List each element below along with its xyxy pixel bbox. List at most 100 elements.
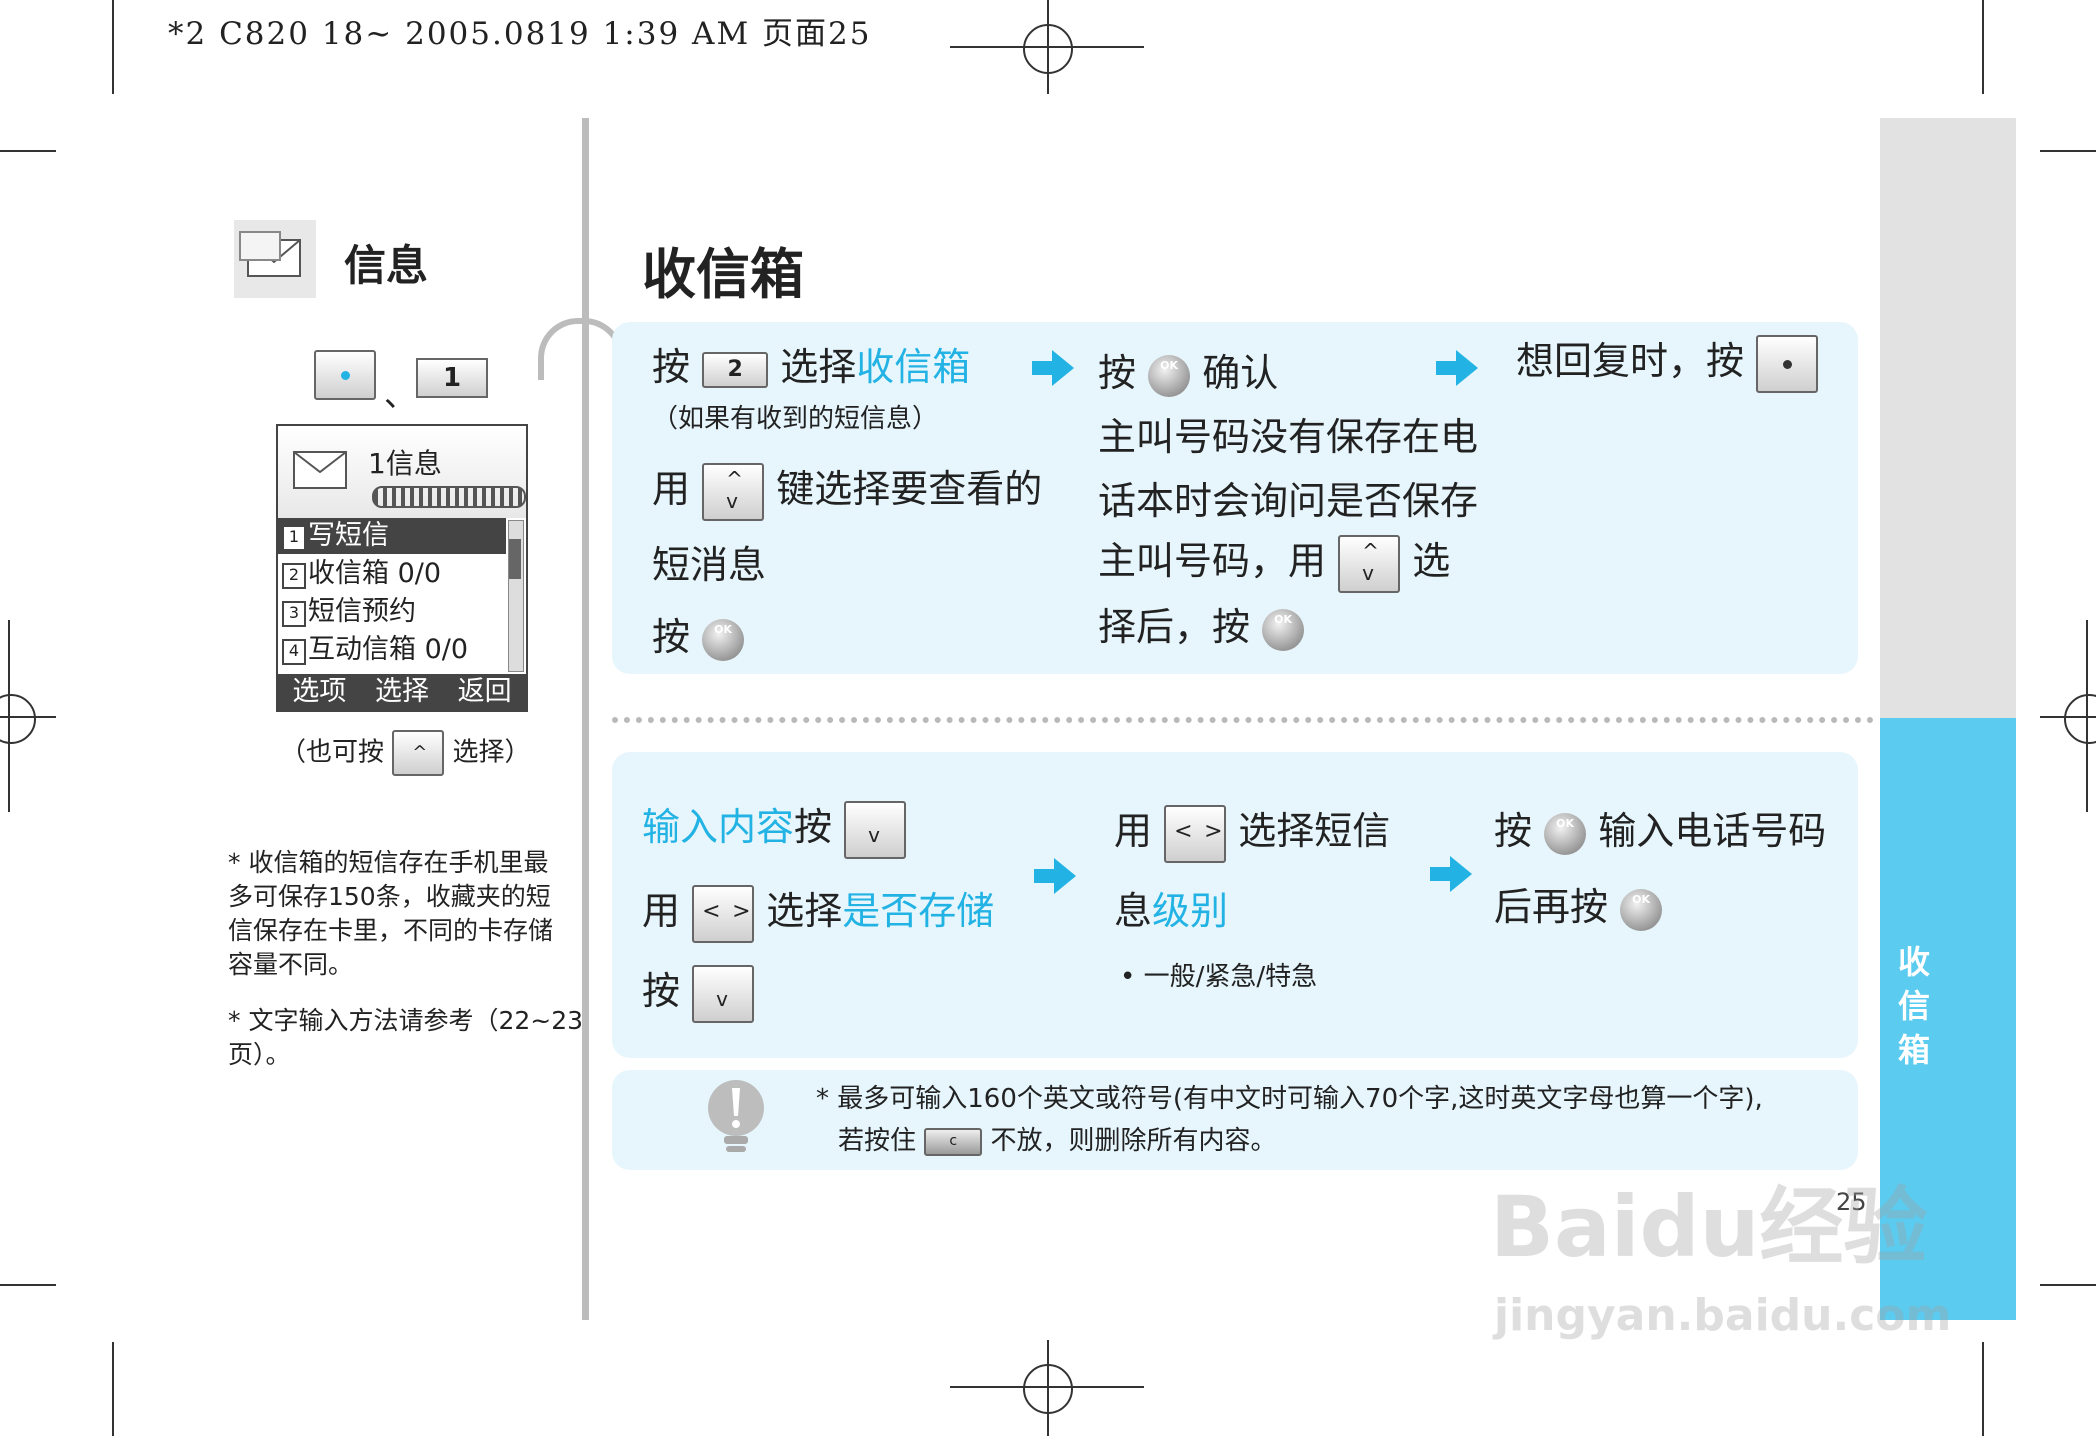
phone-screen: 1信息 1 写短信 2 收信箱 0/0 3 短信预约 4 互动信箱 0/0 选项… [276,424,528,712]
select-text: 选择 [780,345,857,389]
select-msg-text: 选择短信 [1238,809,1391,853]
left-note-1: * 收信箱的短信存在手机里最多可保存150条，收藏夹的短信保存在卡里，不同的卡存… [228,848,554,979]
phone-softkeys: 选项 选择 返回 [278,674,526,710]
reply-step3-line2: 后再按 [1494,876,1663,931]
ok-button-icon [1262,608,1305,651]
envelope-icon [293,451,347,489]
step1-line1: 按 2 选择收信箱 [652,336,970,391]
level-highlight: 级别 [1152,889,1229,933]
item-label: 写短信 [308,520,389,551]
press-text: 按 [652,615,691,659]
use-text: 用 [642,889,681,933]
phone-header-title: 1信息 [368,447,442,480]
section-title: 信息 [344,241,429,290]
crop-mark [112,1342,114,1436]
clear-key-label: c [949,1132,958,1149]
press-text: 按 [1098,351,1137,395]
registration-mark [0,694,36,744]
nav-leftright-icon: < > [692,884,755,943]
step2-line4: 主叫号码，用 ^ v 选 [1098,530,1450,593]
ok-button-icon [1148,354,1191,397]
shortcut-separator: 、 [384,376,417,414]
list-item[interactable]: 1 写短信 [278,518,506,554]
registration-mark [1023,1364,1073,1414]
priority-options: • 一般/紧急/特急 [1120,962,1318,992]
step2-l4a: 主叫号码，用 [1098,539,1327,583]
arrow-right-icon [1430,856,1472,892]
crop-mark [0,1284,56,1286]
also-press-note: （也可按 ^ 选择） [280,730,531,776]
also-press-after: 选择） [452,737,531,768]
registration-mark [1023,24,1073,74]
key-2-label: 2 [727,356,743,382]
tip-line-2b: 不放，则删除所有内容。 [990,1126,1277,1156]
left-note-2: * 文字输入方法请参考（22~23页）。 [228,1006,584,1069]
up-key-icon: ^ [392,730,445,776]
item-label: 短信预约 [308,596,416,627]
reply-step1-line1: 输入内容按 v [642,796,907,859]
softkey-select[interactable]: 选择 [375,674,429,710]
reply-step3-line1: 按 输入电话号码 [1494,800,1826,855]
column-divider [582,118,589,1320]
key-select-text: 键选择要查看的 [776,467,1043,511]
step1-line5: 按 [652,606,745,661]
item-number: 4 [282,639,306,665]
step2-l5: 择后，按 [1098,605,1251,649]
step1-paren: （如果有收到的短信息） [652,404,939,434]
section-divider [612,717,1874,723]
watermark-url: jingyan.baidu.com [1494,1290,1952,1341]
info-text: 息 [1114,889,1153,933]
sidebar-top [1880,118,2016,718]
then-press-text: 后再按 [1494,885,1609,929]
inbox-highlight: 收信箱 [856,345,971,389]
step1-line3: 用 ^ v 键选择要查看的 [652,458,1042,521]
center-key-icon [1756,334,1819,393]
ok-button-icon [1544,812,1587,855]
reply-step2-line2: 息级别 [1114,880,1228,935]
phone-header: 1信息 [278,426,526,518]
nav-updown-icon: ^ v [702,462,765,521]
step2-line3: 话本时会询问是否保存 [1098,479,1479,523]
tip-line-1: * 最多可输入160个英文或符号(有中文时可输入70个字,这时英文字母也算一个字… [816,1084,1763,1114]
center-key-icon [314,350,376,400]
crop-mark [112,0,114,94]
key-2-icon: 2 [702,351,769,388]
confirm-text: 确认 [1202,351,1279,395]
crop-mark [0,150,56,152]
softkey-options[interactable]: 选项 [292,674,346,710]
print-header: *2 C820 18~ 2005.0819 1:39 AM 页面25 [168,16,872,52]
item-number: 1 [282,525,306,551]
sidebar-tab-label: 收信箱 [1897,943,1930,1069]
reply-step2-line1: 用 < > 选择短信 [1114,800,1390,863]
key-1-button[interactable]: 1 [416,358,488,398]
watermark-brand: Baidu经验 [1490,1178,1928,1276]
list-item[interactable]: 3 短信预约 [278,594,506,630]
step2-line1: 按 确认 [1098,342,1278,397]
input-content-highlight: 输入内容 [642,805,795,849]
item-label: 收信箱 0/0 [308,558,442,589]
save-question-highlight: 是否存储 [842,889,995,933]
step2-l4b: 选 [1412,539,1451,583]
nav-updown-icon: ^ v [1338,534,1401,593]
step3-line1: 想回复时，按 [1516,330,1819,393]
crop-mark [2040,1284,2096,1286]
arrow-right-icon [1436,350,1478,386]
reply-text: 想回复时，按 [1516,339,1745,383]
list-item[interactable]: 2 收信箱 0/0 [278,556,506,592]
ok-button-icon [702,618,745,661]
also-press-before: （也可按 [280,737,385,768]
center-key-button[interactable] [314,350,376,400]
list-item[interactable]: 4 互动信箱 0/0 [278,632,506,668]
page-title: 收信箱 [642,243,804,306]
item-number: 2 [282,563,306,589]
press-text: 按 [652,345,691,389]
tip-lightbulb-icon [700,1076,772,1160]
ok-button-icon [1620,888,1663,931]
step2-line5: 择后，按 [1098,596,1305,651]
phone-scrollbar[interactable] [508,520,524,672]
softkey-back[interactable]: 返回 [458,674,512,710]
press-text: 按 [794,805,833,849]
item-label: 互动信箱 0/0 [308,634,469,665]
step2-line2: 主叫号码没有保存在电 [1098,415,1479,459]
arrow-right-icon [1034,858,1076,894]
